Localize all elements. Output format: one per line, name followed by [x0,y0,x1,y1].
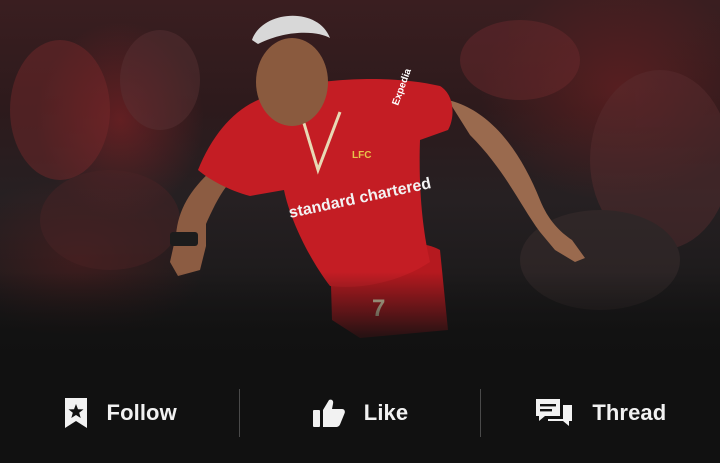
bookmark-star-icon [63,396,89,430]
follow-button[interactable]: Follow [0,362,239,463]
like-label: Like [363,399,409,425]
footballer-photo: standard chartered LFC Expedia 7 [10,15,720,338]
thread-button[interactable]: Thread [481,362,720,463]
head [256,38,328,126]
arm-right [448,100,585,262]
action-bar: Follow Like Thread [0,362,720,463]
like-button[interactable]: Like [240,362,479,463]
thumbs-up-icon [312,398,346,428]
chat-bubbles-icon [534,397,574,429]
shorts-number: 7 [372,295,385,322]
follow-label: Follow [106,399,177,425]
arm-left [170,170,232,276]
crest: LFC [352,150,371,161]
wristband [170,232,198,246]
post-image[interactable]: standard chartered LFC Expedia 7 [0,0,720,362]
thread-label: Thread [592,399,667,425]
